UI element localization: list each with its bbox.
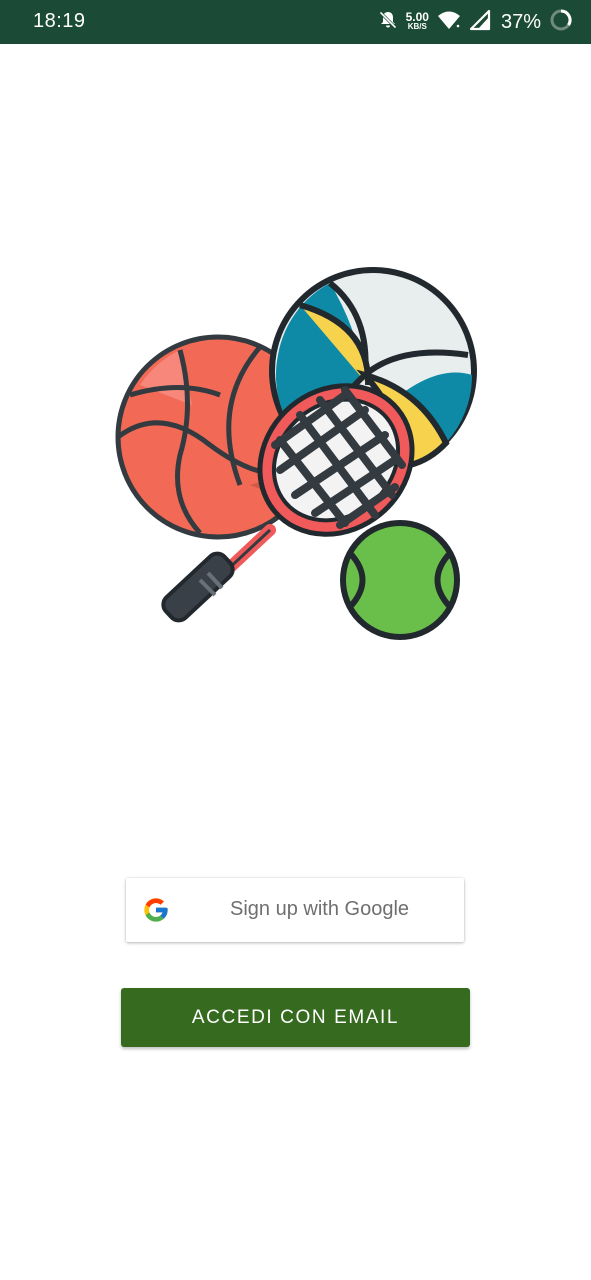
sign-up-with-google-button[interactable]: Sign up with Google	[126, 878, 464, 942]
scroll-edge	[587, 44, 591, 1280]
signal-icon	[469, 9, 491, 36]
bell-off-icon	[378, 10, 398, 35]
google-button-label: Sign up with Google	[230, 898, 410, 920]
net-speed-unit: KB/S	[407, 22, 427, 31]
google-logo-icon	[142, 896, 170, 924]
tennis-ball-icon	[340, 520, 460, 640]
battery-icon	[549, 8, 573, 37]
status-bar: 18:19 5.00 KB/S 37%	[0, 0, 591, 44]
status-icons: 5.00 KB/S 37%	[378, 8, 573, 36]
net-speed-value: 5.00	[405, 10, 429, 24]
wifi-icon	[437, 10, 461, 35]
net-speed: 5.00 KB/S	[405, 10, 429, 32]
status-time: 18:19	[33, 10, 86, 32]
sports-equipment-illustration	[100, 255, 490, 655]
login-with-email-button[interactable]: ACCEDI CON EMAIL	[121, 988, 470, 1047]
battery-percent: 37%	[500, 10, 541, 33]
